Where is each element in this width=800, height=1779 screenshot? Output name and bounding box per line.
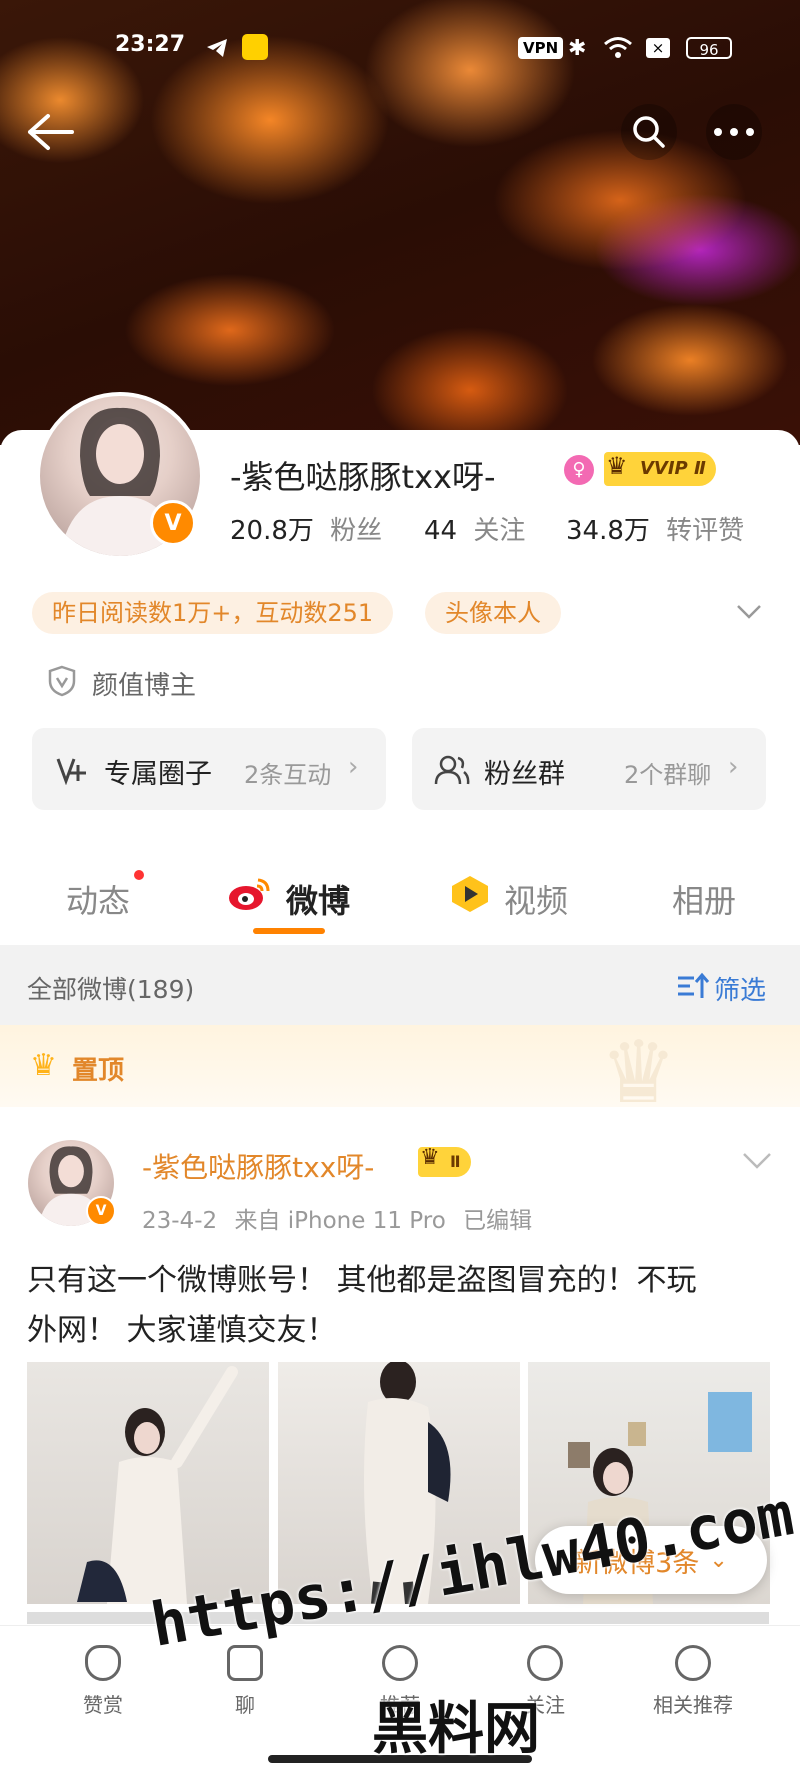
post-text-line1: 只有这一个微博账号！ 其他都是盗图冒充的！不玩 [27, 1263, 697, 1298]
more-dots-icon [714, 128, 754, 136]
pinned-crown-icon: ♛ [30, 1048, 57, 1083]
verified-badge-icon: V [86, 1196, 116, 1226]
sim-off-icon: × [646, 38, 670, 58]
circle-icon [56, 758, 86, 785]
verified-badge-icon: V [150, 500, 196, 546]
chat-button[interactable]: 聊 [180, 1645, 310, 1718]
active-tab-indicator [253, 928, 325, 934]
shield-icon [48, 665, 76, 697]
crown-icon: ♛ [420, 1145, 440, 1170]
post-author-name[interactable]: -紫色哒豚豚txx呀- [142, 1146, 374, 1186]
post-more-chevron-icon[interactable] [742, 1152, 772, 1170]
chevron-down-icon[interactable] [736, 604, 762, 620]
fan-group-title: 粉丝群 [484, 759, 565, 790]
cover-banner [0, 0, 800, 445]
chat-icon [227, 1645, 263, 1681]
avatar-self-tag[interactable]: 头像本人 [425, 592, 561, 634]
follow-count[interactable]: 44 [424, 516, 457, 546]
search-button[interactable] [621, 104, 677, 160]
category-label: 颜值博主 [92, 671, 197, 701]
heart-yuan-icon [85, 1645, 121, 1681]
tab-video[interactable]: 视频 [504, 876, 568, 922]
related-recommend-button[interactable]: 相关推荐 [628, 1645, 758, 1718]
fans-count[interactable]: 20.8万 [230, 516, 314, 546]
back-arrow-icon[interactable] [26, 112, 76, 152]
tab-album[interactable]: 相册 [672, 876, 736, 922]
post-date: 23-4-2 [142, 1208, 218, 1234]
related-label: 相关推荐 [653, 1693, 733, 1717]
pinned-label: 置顶 [72, 1056, 125, 1086]
watermark-text: 黑料网 [372, 1697, 540, 1762]
unread-dot [134, 870, 144, 880]
bluetooth-icon: ✱ [568, 36, 587, 61]
search-icon [633, 116, 665, 148]
fan-group-sub: 2个群聊 [624, 761, 712, 789]
filter-icon [678, 972, 710, 998]
reposts-count[interactable]: 34.8万 [566, 516, 650, 546]
video-icon [452, 876, 488, 912]
reward-label: 赞赏 [83, 1693, 123, 1717]
follow-label: 关注 [473, 516, 526, 546]
recommend-icon [382, 1645, 418, 1681]
reward-button[interactable]: 赞赏 [38, 1645, 168, 1718]
reposts-label: 转评赞 [666, 516, 745, 546]
follow-icon [527, 1645, 563, 1681]
more-button[interactable] [706, 104, 762, 160]
chevron-right-icon: › [728, 752, 739, 782]
pinned-bg-crown-icon: ♛ [600, 1023, 678, 1123]
post-source: 来自 iPhone 11 Pro [234, 1208, 446, 1234]
vpn-badge: VPN [518, 37, 564, 59]
wifi-icon [604, 37, 632, 58]
exclusive-circle-sub: 2条互动 [244, 761, 332, 789]
weibo-app-icon [242, 34, 268, 60]
reading-stats-tag[interactable]: 昨日阅读数1万+，互动数251 [32, 592, 394, 634]
telegram-icon [207, 39, 227, 57]
filter-button[interactable]: 筛选 [714, 970, 766, 1007]
crown-icon: ♛ [606, 452, 628, 480]
tab-dynamics[interactable]: 动态 [66, 876, 130, 922]
fans-label: 粉丝 [330, 516, 383, 546]
profile-name: -紫色哒豚豚txx呀- [230, 458, 496, 496]
battery-icon: 96 [686, 37, 732, 59]
post-edited: 已编辑 [463, 1208, 533, 1234]
chevron-right-icon: › [348, 752, 359, 782]
post-text-line2: 外网！ 大家谨慎交友！ [27, 1313, 337, 1348]
status-time: 23:27 [115, 32, 186, 57]
exclusive-circle-title: 专属圈子 [104, 759, 212, 790]
tab-weibo[interactable]: 微博 [286, 876, 350, 922]
post-image-1[interactable] [27, 1362, 269, 1604]
chat-label: 聊 [235, 1693, 255, 1717]
female-badge-icon: ♀ [564, 455, 594, 485]
weibo-logo-icon [229, 878, 270, 910]
all-posts-count: 全部微博(189) [27, 975, 195, 1004]
group-icon [434, 755, 470, 785]
related-icon [675, 1645, 711, 1681]
